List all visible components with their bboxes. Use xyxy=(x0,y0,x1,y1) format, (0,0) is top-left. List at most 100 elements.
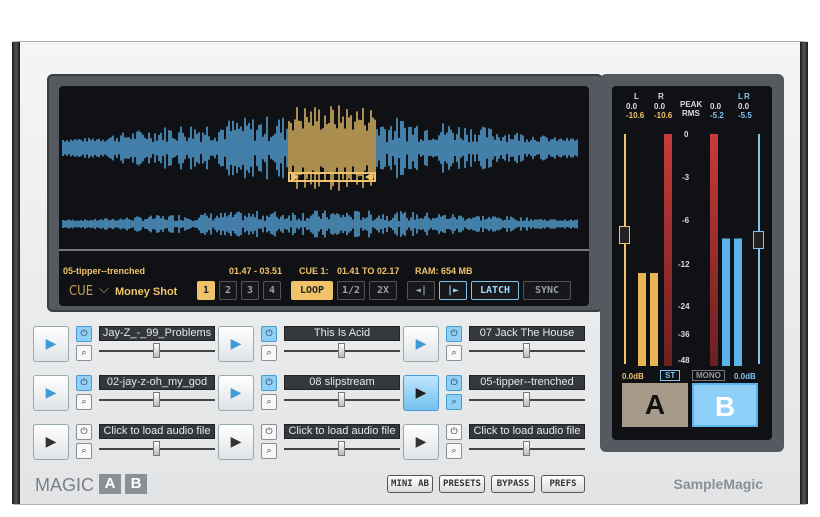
slot-4: ▶ ⏻ ⌕ 02-jay-z-oh_my_god xyxy=(33,373,218,415)
zoom-icon[interactable]: ⌕ xyxy=(446,394,462,410)
zoom-icon[interactable]: ⌕ xyxy=(446,443,462,459)
play-button[interactable]: ▶ xyxy=(33,424,69,460)
slot-slider[interactable] xyxy=(284,392,400,407)
slot-name[interactable]: This Is Acid xyxy=(284,326,400,341)
brand-logo: SampleMagic xyxy=(673,476,763,492)
slot-slider[interactable] xyxy=(469,441,585,456)
power-icon[interactable]: ⏻ xyxy=(261,326,277,342)
meter-bar-a-peak xyxy=(664,134,672,366)
scale-6: -6 xyxy=(682,216,690,225)
power-icon[interactable]: ⏻ xyxy=(76,326,92,342)
cue-4-button[interactable]: 4 xyxy=(263,281,281,300)
latch-button[interactable]: LATCH xyxy=(471,281,519,300)
slot-name[interactable]: 02-jay-z-oh_my_god xyxy=(99,375,215,390)
mono-button[interactable]: MONO xyxy=(692,370,725,381)
cue-3-button[interactable]: 3 xyxy=(241,281,259,300)
cue-1-button[interactable]: 1 xyxy=(197,281,215,300)
power-icon[interactable]: ⏻ xyxy=(446,375,462,391)
play-button[interactable]: ▶ xyxy=(218,375,254,411)
stereo-button[interactable]: ST xyxy=(660,370,681,381)
cue-name[interactable]: Money Shot xyxy=(115,286,177,298)
zoom-icon[interactable]: ⌕ xyxy=(76,345,92,361)
slot-slider[interactable] xyxy=(469,343,585,358)
slot-6: ▶ ⏻ ⌕ 05-tipper--trenched xyxy=(403,373,588,415)
half-button[interactable]: 1/2 xyxy=(337,281,365,300)
scale-36: -36 xyxy=(678,330,690,339)
gain-slider-a[interactable] xyxy=(619,226,630,244)
peak-l2: 0.0 xyxy=(710,102,722,111)
zoom-icon[interactable]: ⌕ xyxy=(261,394,277,410)
play-button[interactable]: ▶ xyxy=(403,424,439,460)
power-icon[interactable]: ⏻ xyxy=(261,375,277,391)
scale-0: 0 xyxy=(684,130,689,139)
scale-3: -3 xyxy=(682,173,690,182)
slot-slider[interactable] xyxy=(284,441,400,456)
play-button[interactable]: ▶ xyxy=(33,326,69,362)
chevron-down-icon[interactable]: ⌵ xyxy=(99,282,109,297)
power-icon[interactable]: ⏻ xyxy=(76,375,92,391)
waveform-panel: 05-tipper--trenched 01.47 - 03.51 CUE 1:… xyxy=(47,74,603,312)
logo-b: B xyxy=(125,474,147,494)
presets-button[interactable]: PRESETS xyxy=(439,475,485,493)
peak-l: 0.0 xyxy=(626,102,638,111)
bottom-bar: MAGIC A B MINI AB PRESETS BYPASS PREFS S… xyxy=(13,470,809,504)
play-button[interactable]: ▶ xyxy=(403,326,439,362)
slot-name[interactable]: Jay-Z_-_99_Problems xyxy=(99,326,215,341)
slot-name[interactable]: Click to load audio file xyxy=(469,424,585,439)
prefs-button[interactable]: PREFS xyxy=(541,475,585,493)
logo-text: MAGIC xyxy=(35,475,95,495)
play-button[interactable]: ▶ xyxy=(403,375,439,411)
meter-bar-b-peak xyxy=(710,134,718,366)
slot-slider[interactable] xyxy=(99,392,215,407)
zoom-icon[interactable]: ⌕ xyxy=(261,345,277,361)
power-icon[interactable]: ⏻ xyxy=(446,326,462,342)
zoom-icon[interactable]: ⌕ xyxy=(76,394,92,410)
slot-slider[interactable] xyxy=(99,441,215,456)
slot-slider[interactable] xyxy=(284,343,400,358)
cue-selector[interactable]: CUE xyxy=(69,284,93,299)
slot-name[interactable]: 07 Jack The House xyxy=(469,326,585,341)
play-button[interactable]: ▶ xyxy=(218,326,254,362)
rms-l2: -5.2 xyxy=(710,111,724,120)
bypass-button[interactable]: BYPASS xyxy=(491,475,535,493)
slot-8: ▶ ⏻ ⌕ Click to load audio file xyxy=(218,422,403,464)
power-icon[interactable]: ⏻ xyxy=(76,424,92,440)
rms-l: -10.6 xyxy=(626,111,645,120)
zoom-icon[interactable]: ⌕ xyxy=(446,345,462,361)
slot-name[interactable]: 05-tipper--trenched xyxy=(469,375,585,390)
slot-slider[interactable] xyxy=(469,392,585,407)
meter-bar-a-r xyxy=(650,134,658,366)
play-button[interactable]: ▶ xyxy=(218,424,254,460)
slot-name[interactable]: Click to load audio file xyxy=(99,424,215,439)
power-icon[interactable]: ⏻ xyxy=(446,424,462,440)
slot-9: ▶ ⏻ ⌕ Click to load audio file xyxy=(403,422,588,464)
plugin-window: 05-tipper--trenched 01.47 - 03.51 CUE 1:… xyxy=(12,41,808,505)
control-bar: CUE ⌵ Money Shot 1 2 3 4 LOOP 1/2 2X ◄| … xyxy=(63,281,585,303)
a-button[interactable]: A xyxy=(622,383,688,427)
label-l2: L xyxy=(738,92,743,101)
slot-slider[interactable] xyxy=(99,343,215,358)
logo-a: A xyxy=(99,474,121,494)
slot-5: ▶ ⏻ ⌕ 08 slipstream xyxy=(218,373,403,415)
cue-range: 01.41 TO 02.17 xyxy=(337,266,400,276)
cue-2-button[interactable]: 2 xyxy=(219,281,237,300)
rms-r: -10.6 xyxy=(654,111,673,120)
play-button[interactable]: ▶ xyxy=(33,375,69,411)
info-bar: 05-tipper--trenched 01.47 - 03.51 CUE 1:… xyxy=(63,264,585,278)
waveform-display[interactable]: 05-tipper--trenched 01.47 - 03.51 CUE 1:… xyxy=(59,86,589,306)
zoom-icon[interactable]: ⌕ xyxy=(76,443,92,459)
nudge-back-button[interactable]: ◄| xyxy=(407,281,435,300)
time-display: 01.47 - 03.51 xyxy=(229,266,283,276)
loop-button[interactable]: LOOP xyxy=(291,281,333,300)
power-icon[interactable]: ⏻ xyxy=(261,424,277,440)
b-button[interactable]: B xyxy=(692,383,758,427)
mini-ab-button[interactable]: MINI AB xyxy=(387,475,433,493)
slot-name[interactable]: 08 slipstream xyxy=(284,375,400,390)
sync-button[interactable]: SYNC xyxy=(523,281,571,300)
slot-name[interactable]: Click to load audio file xyxy=(284,424,400,439)
nudge-forward-button[interactable]: |► xyxy=(439,281,467,300)
zoom-icon[interactable]: ⌕ xyxy=(261,443,277,459)
double-button[interactable]: 2X xyxy=(369,281,397,300)
gain-slider-b[interactable] xyxy=(753,231,764,249)
label-l: L xyxy=(634,92,639,101)
